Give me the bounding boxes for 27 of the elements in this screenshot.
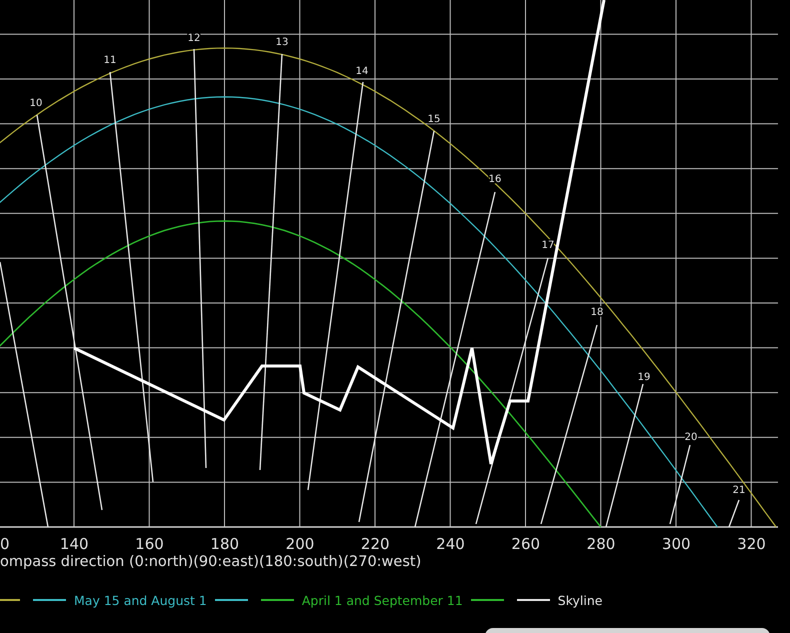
hour-label: 15	[428, 114, 440, 125]
hour-label: 13	[276, 37, 288, 48]
hour-label: 21	[732, 485, 746, 496]
hour-label: 10	[30, 98, 42, 109]
axis-tick-label: 220	[360, 535, 390, 553]
axis-tick-label: 140	[60, 535, 89, 553]
axis-tick-label: 160	[135, 535, 164, 553]
axis-tick-label: 0	[0, 535, 10, 553]
legend-label: Skyline	[558, 592, 602, 608]
axis-tick-label: 320	[737, 535, 766, 553]
axis-tick-label: 180	[210, 535, 240, 553]
axis-tick-label: 240	[436, 535, 465, 553]
hour-line	[728, 500, 740, 528]
legend-line	[214, 599, 248, 601]
legend-line	[470, 599, 504, 601]
legend-label: April 1 and September 11	[302, 592, 463, 608]
axis-tick-label: 280	[586, 535, 616, 553]
axis-tick-label: 300	[662, 535, 691, 553]
hour-label: 14	[356, 66, 368, 77]
hour-label: 17	[542, 240, 554, 251]
legend-label: May 15 and August 1	[74, 592, 207, 608]
axis-title: ompass direction (0:north)(90:east)(180:south)(270:west)	[0, 554, 422, 570]
hour-label: 19	[638, 372, 650, 383]
hour-label: 12	[188, 33, 200, 44]
axis-tick-label: 260	[511, 535, 540, 553]
axis-tick-label: 200	[286, 535, 314, 553]
hour-label: 11	[104, 55, 116, 66]
